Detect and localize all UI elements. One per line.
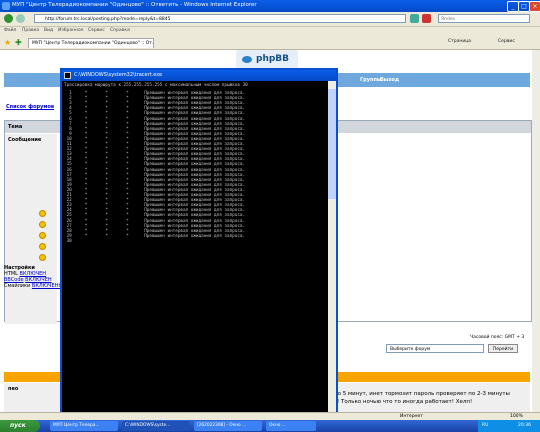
smiley-icon[interactable]	[39, 221, 46, 228]
start-button[interactable]: пуск	[0, 420, 40, 432]
task-cmd[interactable]: C:\WINDOWS\syste...	[122, 421, 190, 431]
address-bar-row: http://forum.trc.local/posting.php?mode=…	[0, 12, 540, 27]
nav-logout[interactable]: Выход	[380, 77, 399, 83]
cmd-scroll-thumb[interactable]	[328, 89, 336, 199]
tracert-console-window: C:\WINDOWS\system32\tracert.exe Трассиро…	[60, 68, 338, 417]
smiley-icon[interactable]	[39, 254, 46, 261]
cmd-title: C:\WINDOWS\system32\tracert.exe	[74, 72, 163, 78]
menu-view[interactable]: Вид	[44, 28, 53, 33]
clock: 20:36	[518, 423, 531, 428]
go-icon[interactable]	[410, 14, 419, 23]
cmd-icon	[64, 72, 71, 79]
cmd-scrollbar[interactable]	[328, 81, 336, 415]
forward-icon[interactable]	[16, 14, 25, 23]
forum-list-link[interactable]: Список форумов	[6, 104, 54, 110]
close-button[interactable]: ×	[529, 1, 540, 12]
smilies-setting: Смайлики ВКЛЮЧЕНЫ	[4, 283, 63, 289]
address-input[interactable]: http://forum.trc.local/posting.php?mode=…	[34, 14, 406, 23]
phpbb-bubble-icon	[242, 56, 252, 63]
internet-zone: Интернет	[400, 414, 423, 419]
search-input[interactable]: Яndex	[438, 14, 530, 23]
system-tray: RU 20:36	[478, 420, 540, 432]
task-window[interactable]: Окно ...	[266, 421, 316, 431]
timezone-text: Часовой пояс: GMT + 3	[470, 335, 525, 340]
menu-edit[interactable]: Правка	[22, 28, 39, 33]
message-row: Сообщение	[5, 134, 57, 324]
tools-menu[interactable]: Сервис	[498, 39, 515, 44]
review-username: пео	[8, 386, 19, 392]
ie-titlebar: МУП "Центр Телерадиокомпании "Одинцово" …	[0, 0, 540, 12]
lang-indicator[interactable]: RU	[482, 420, 488, 432]
page-menu[interactable]: Страница	[448, 39, 471, 44]
menu-bar: Файл Правка Вид Избранное Сервис Справка	[0, 27, 540, 36]
post-settings: Настройки HTML ВКЛЮЧЕН BBCode ВКЛЮЧЕН См…	[4, 265, 63, 289]
page-scrollbar[interactable]	[532, 50, 540, 412]
task-ie[interactable]: МУП Центр Телера...	[50, 421, 118, 431]
cmd-titlebar: C:\WINDOWS\system32\tracert.exe	[62, 70, 336, 81]
menu-help[interactable]: Справка	[110, 28, 130, 33]
phpbb-logo: phpBB	[236, 50, 298, 70]
forum-select[interactable]: Выберите форум	[386, 344, 484, 353]
review-post-text: по 5 минут, инет тормозит пароль проверя…	[334, 391, 510, 405]
message-label: Сообщение	[8, 137, 42, 143]
tracert-header: Трассировка маршрута к 255.255.255.255 с…	[64, 83, 248, 88]
menu-tools[interactable]: Сервис	[88, 28, 105, 33]
zoom-level[interactable]: 100%	[510, 414, 523, 419]
add-favorite-icon[interactable]: ✚	[15, 38, 22, 47]
menu-file[interactable]: Файл	[4, 28, 16, 33]
ie-title: МУП "Центр Телерадиокомпании "Одинцово" …	[12, 2, 257, 8]
tab-row: ★ ✚ МУП "Центр Телерадиокомпании "Одинцо…	[0, 36, 540, 50]
ie-icon	[2, 2, 10, 10]
cmd-output: Трассировка маршрута к 255.255.255.255 с…	[62, 81, 328, 415]
smiley-icon[interactable]	[39, 243, 46, 250]
topic-label: Тема	[8, 124, 23, 130]
nav-groups[interactable]: Группы	[360, 77, 381, 83]
tab-forum[interactable]: МУП "Центр Телерадиокомпании "Одинцово" …	[28, 38, 154, 48]
back-icon[interactable]	[4, 14, 13, 23]
stop-icon[interactable]	[422, 14, 431, 23]
smiley-icon[interactable]	[39, 210, 46, 217]
tracert-hop-line: 29 * * * Превышен интервал ожидания для …	[64, 233, 246, 239]
tracert-hop-line: 30	[64, 238, 72, 244]
menu-favorites[interactable]: Избранное	[58, 28, 84, 33]
go-button[interactable]: Перейти	[488, 344, 518, 353]
favorites-star-icon[interactable]: ★	[4, 38, 11, 47]
smiley-icon[interactable]	[39, 232, 46, 239]
taskbar: пуск МУП Центр Телера... C:\WINDOWS\syst…	[0, 420, 540, 432]
task-chat[interactable]: [262022308] - Окно ...	[194, 421, 262, 431]
